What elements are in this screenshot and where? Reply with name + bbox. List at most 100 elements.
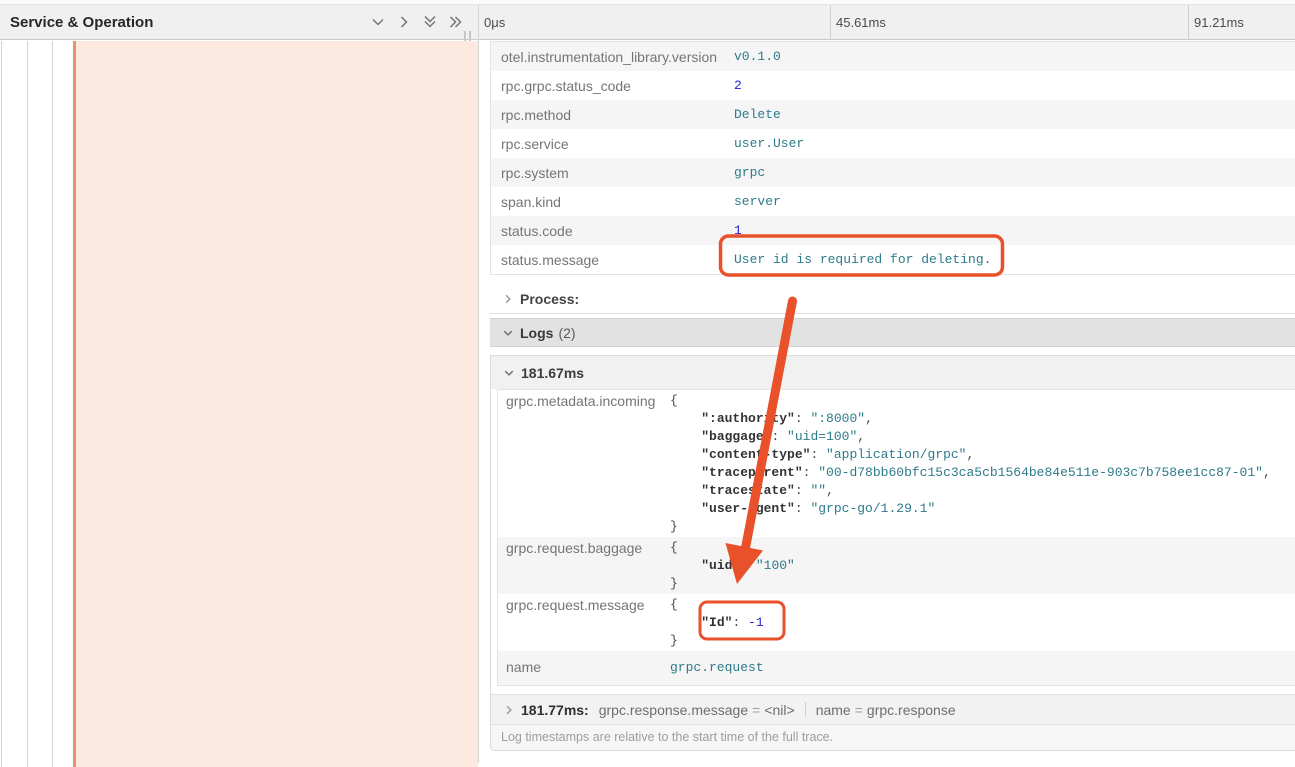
json-brace: { bbox=[670, 539, 795, 557]
json-key: "baggage" bbox=[701, 429, 771, 444]
equals-sign: = bbox=[851, 702, 867, 718]
selected-span-row-highlight[interactable] bbox=[76, 41, 478, 767]
process-label: Process: bbox=[520, 291, 579, 307]
json-colon: : bbox=[810, 447, 826, 462]
log-field-row: grpc.request.message{ "Id": -1} bbox=[498, 594, 1295, 651]
logs-count: (2) bbox=[558, 325, 575, 341]
json-key: "traceparent" bbox=[701, 465, 802, 480]
json-value: "" bbox=[810, 483, 826, 498]
summary-value: grpc.response bbox=[867, 702, 956, 718]
log-entry-header-open[interactable]: 181.67ms bbox=[491, 356, 1295, 389]
field-value: grpc bbox=[734, 165, 765, 180]
timeline-ruler: 0μs 45.61ms 91.21ms bbox=[478, 5, 1295, 39]
timeline-header: Service & Operation 0μs 45.61ms 91.21ms bbox=[0, 5, 1295, 40]
json-colon: : bbox=[795, 501, 811, 516]
logs-label: Logs bbox=[520, 325, 553, 341]
chevron-right-icon bbox=[503, 704, 515, 716]
json-value: "uid=100" bbox=[787, 429, 857, 444]
log-field-value: { ":authority": ":8000", "baggage": "uid… bbox=[670, 392, 1271, 536]
tag-key: otel.instrumentation_library.version bbox=[491, 49, 734, 65]
column-title: Service & Operation bbox=[0, 14, 370, 31]
field-value: server bbox=[734, 194, 781, 209]
tag-row: rpc.systemgrpc bbox=[491, 158, 1295, 187]
log-timestamp: 181.77ms: bbox=[521, 702, 589, 718]
json-brace: { bbox=[670, 392, 1271, 410]
log-field-value: grpc.request bbox=[670, 658, 764, 677]
json-comma: , bbox=[865, 411, 873, 426]
summary-kv: grpc.response.message=<nil> bbox=[599, 702, 795, 718]
chevron-down-icon bbox=[503, 367, 515, 379]
collapse-one-icon[interactable] bbox=[370, 14, 386, 30]
tag-key: status.message bbox=[491, 252, 734, 268]
json-value: ":8000" bbox=[810, 411, 865, 426]
json-value: -1 bbox=[748, 615, 764, 630]
log-field-row: grpc.request.baggage{ "uid": "100"} bbox=[498, 537, 1295, 594]
json-colon: : bbox=[795, 411, 811, 426]
field-value: v0.1.0 bbox=[734, 49, 781, 64]
json-entry: "uid": "100" bbox=[670, 557, 795, 575]
logs-content: 181.67ms grpc.metadata.incoming{ ":autho… bbox=[490, 355, 1295, 751]
log-field-value: { "Id": -1} bbox=[670, 596, 764, 650]
log-field-value: { "uid": "100"} bbox=[670, 539, 795, 593]
json-key: "user-agent" bbox=[701, 501, 795, 516]
logs-accordion-header[interactable]: Logs (2) bbox=[490, 318, 1295, 347]
json-entry: "tracestate": "", bbox=[670, 482, 1271, 500]
json-value: "100" bbox=[756, 558, 795, 573]
json-comma: , bbox=[826, 483, 834, 498]
tag-key: span.kind bbox=[491, 194, 734, 210]
log-field-key: name bbox=[498, 658, 670, 677]
log-fields-table: grpc.metadata.incoming{ ":authority": ":… bbox=[497, 389, 1295, 686]
json-comma: , bbox=[857, 429, 865, 444]
span-indent-guide bbox=[52, 41, 53, 767]
field-value: 2 bbox=[734, 78, 742, 93]
log-timestamp: 181.67ms bbox=[521, 365, 584, 381]
span-indent-guide bbox=[27, 41, 28, 767]
log-field-key: grpc.request.baggage bbox=[498, 539, 670, 593]
logs-footer-note: Log timestamps are relative to the start… bbox=[491, 725, 1295, 750]
tag-row: rpc.serviceuser.User bbox=[491, 129, 1295, 158]
expand-one-icon[interactable] bbox=[396, 14, 412, 30]
json-value: "00-d78bb60bfc15c3ca5cb1564be84e511e-903… bbox=[818, 465, 1263, 480]
json-entry: ":authority": ":8000", bbox=[670, 410, 1271, 428]
tag-key: rpc.system bbox=[491, 165, 734, 181]
log-entry-header-closed[interactable]: 181.77ms: grpc.response.message=<nil>nam… bbox=[491, 694, 1295, 725]
tag-key: rpc.grpc.status_code bbox=[491, 78, 734, 94]
json-value: "application/grpc" bbox=[826, 447, 966, 462]
summary-value: <nil> bbox=[764, 702, 794, 718]
json-key: "tracestate" bbox=[701, 483, 795, 498]
summary-kv: name=grpc.response bbox=[816, 702, 956, 718]
json-comma: , bbox=[966, 447, 974, 462]
field-value: Delete bbox=[734, 107, 781, 122]
json-comma: , bbox=[1263, 465, 1271, 480]
json-key: "Id" bbox=[701, 615, 732, 630]
json-brace: { bbox=[670, 596, 764, 614]
field-value: grpc.request bbox=[670, 660, 764, 675]
span-tags-table: otel.instrumentation_library.versionv0.1… bbox=[490, 41, 1295, 275]
json-colon: : bbox=[771, 429, 787, 444]
tag-row: span.kindserver bbox=[491, 187, 1295, 216]
tag-row: status.messageUser id is required for de… bbox=[491, 245, 1295, 274]
tag-key: rpc.service bbox=[491, 136, 734, 152]
summary-key: grpc.response.message bbox=[599, 702, 748, 718]
summary-key: name bbox=[816, 702, 851, 718]
json-entry: "Id": -1 bbox=[670, 614, 764, 632]
span-indent-guide bbox=[1, 41, 2, 767]
span-detail-panel: otel.instrumentation_library.versionv0.1… bbox=[490, 41, 1295, 751]
chevron-right-icon bbox=[502, 293, 514, 305]
tag-row: rpc.grpc.status_code2 bbox=[491, 71, 1295, 100]
json-colon: : bbox=[740, 558, 756, 573]
log-field-row: grpc.metadata.incoming{ ":authority": ":… bbox=[498, 390, 1295, 537]
field-value: User id is required for deleting. bbox=[734, 252, 991, 267]
json-colon: : bbox=[732, 615, 748, 630]
tag-row: rpc.methodDelete bbox=[491, 100, 1295, 129]
collapse-all-icon[interactable] bbox=[422, 14, 438, 30]
json-brace: } bbox=[670, 575, 795, 593]
ruler-tick: 0μs bbox=[478, 5, 505, 39]
process-accordion-header[interactable]: Process: bbox=[490, 285, 1295, 314]
service-operation-column-header: Service & Operation bbox=[0, 5, 478, 39]
expand-all-icon[interactable] bbox=[448, 14, 464, 30]
json-key: ":authority" bbox=[701, 411, 795, 426]
json-entry: "baggage": "uid=100", bbox=[670, 428, 1271, 446]
field-value: user.User bbox=[734, 136, 804, 151]
json-brace: } bbox=[670, 518, 1271, 536]
